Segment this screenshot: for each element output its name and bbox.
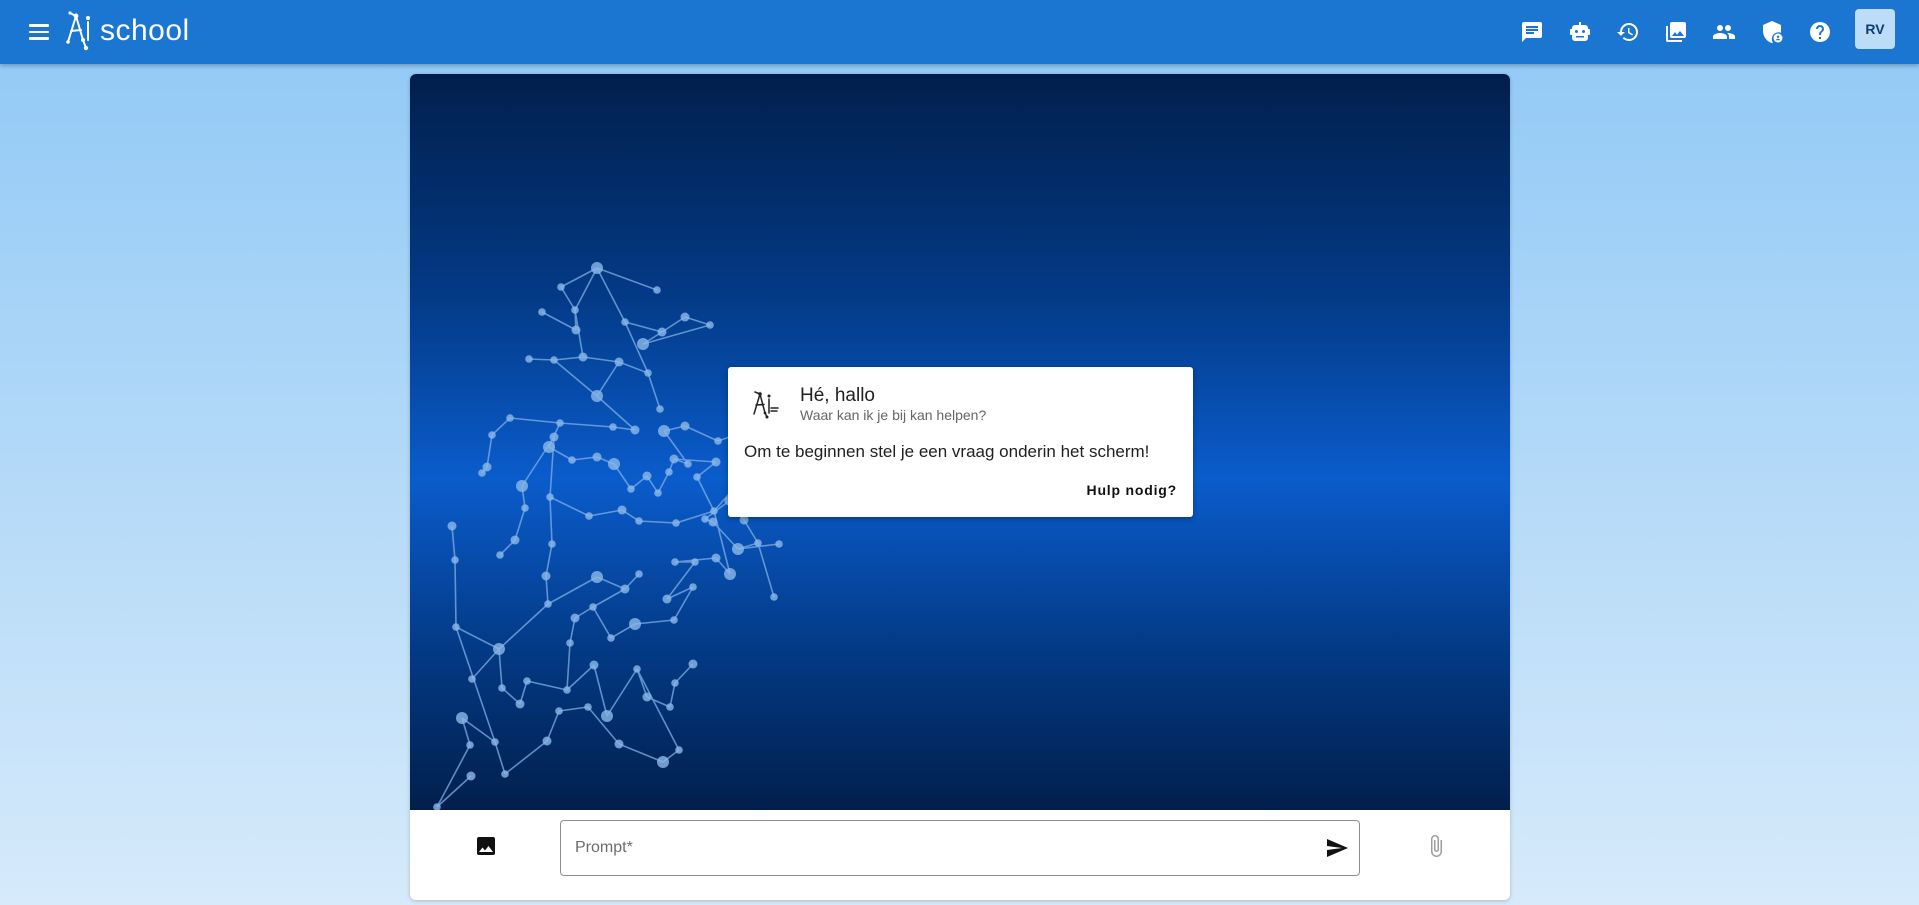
- robot-icon[interactable]: [1568, 20, 1592, 44]
- prompt-bar: [410, 810, 1510, 900]
- history-icon[interactable]: [1616, 20, 1640, 44]
- ai-logo-icon: [66, 11, 90, 51]
- help-icon[interactable]: [1808, 20, 1832, 44]
- welcome-card: Hé, hallo Waar kan ik je bij kan helpen?…: [728, 367, 1193, 517]
- welcome-message: Om te beginnen stel je een vraag onderin…: [744, 442, 1150, 461]
- ai-logo-icon: [753, 391, 779, 419]
- image-icon[interactable]: [474, 834, 498, 858]
- welcome-title: Hé, hallo: [800, 385, 875, 406]
- prompt-field[interactable]: [560, 820, 1360, 876]
- menu-icon[interactable]: [26, 20, 52, 44]
- user-avatar[interactable]: RV: [1855, 9, 1895, 49]
- logo-text: school: [100, 14, 190, 47]
- people-icon[interactable]: [1712, 20, 1736, 44]
- help-button[interactable]: Hulp nodig?: [1087, 482, 1177, 498]
- paperclip-icon[interactable]: [1424, 834, 1448, 858]
- top-app-bar: school RV: [0, 0, 1919, 64]
- admin-shield-icon[interactable]: [1760, 20, 1784, 44]
- app-logo[interactable]: school: [64, 10, 190, 52]
- hero-background: Hé, hallo Waar kan ik je bij kan helpen?…: [410, 74, 1510, 810]
- chat-icon[interactable]: [1520, 20, 1544, 44]
- welcome-subtitle: Waar kan ik je bij kan helpen?: [800, 407, 987, 423]
- chat-panel: Hé, hallo Waar kan ik je bij kan helpen?…: [410, 74, 1510, 900]
- gallery-icon[interactable]: [1664, 20, 1688, 44]
- send-icon[interactable]: [1325, 836, 1349, 860]
- prompt-input[interactable]: [575, 821, 1315, 875]
